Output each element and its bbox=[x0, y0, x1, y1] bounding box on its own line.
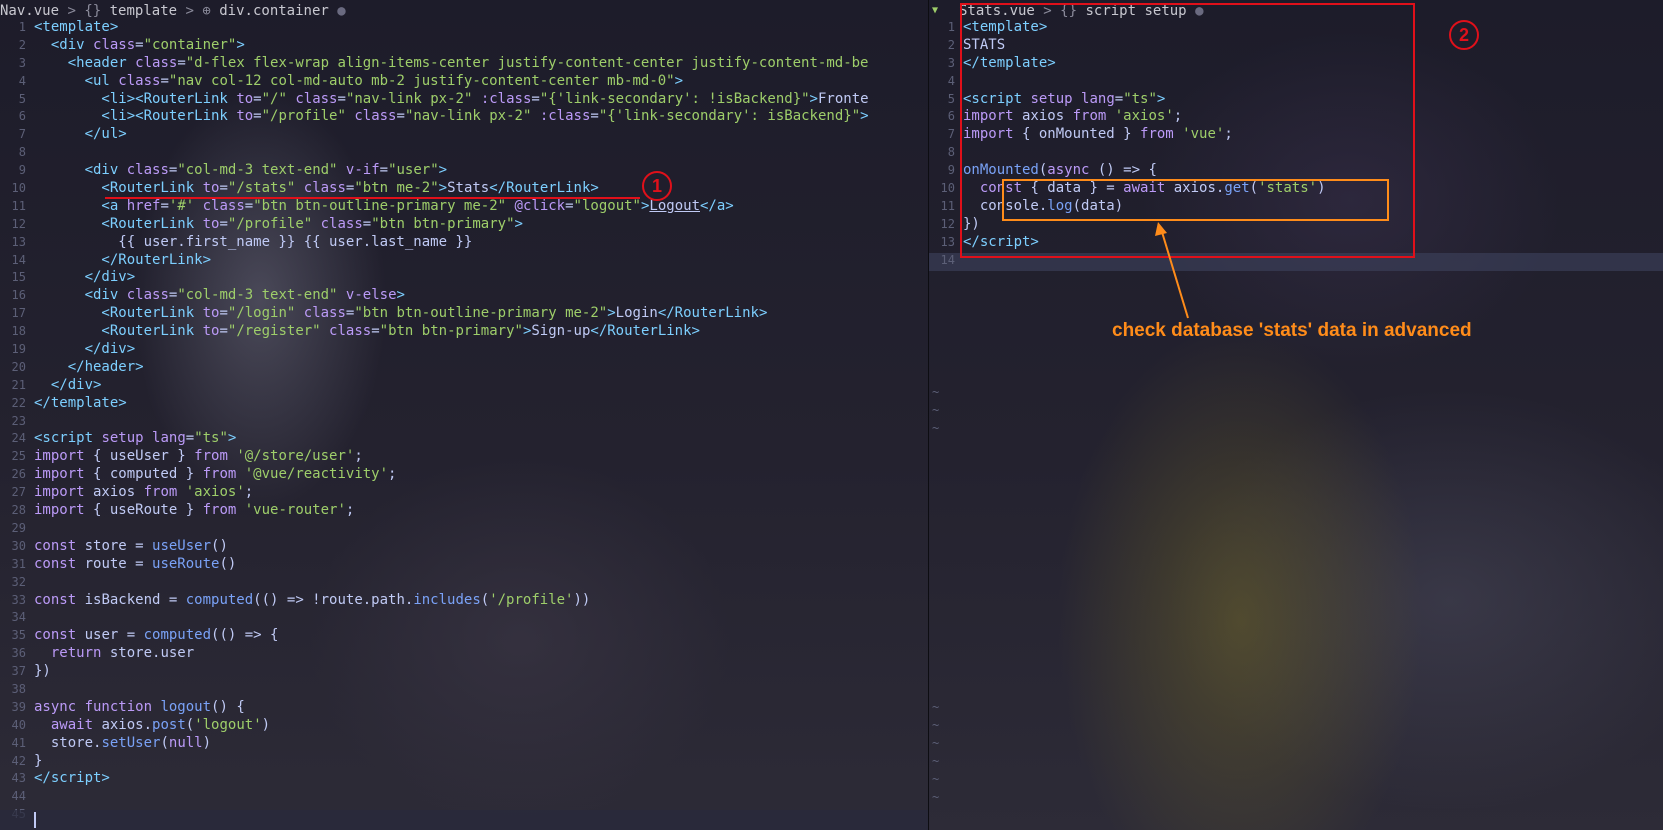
code-line: 35 const user = computed(() => { bbox=[11, 627, 279, 644]
code-line: 38 bbox=[11, 681, 26, 696]
code-line: 1 <template> bbox=[18, 19, 119, 35]
code-line: 7 </ul> bbox=[18, 126, 127, 143]
code-line: 32 bbox=[11, 574, 26, 589]
step-2-badge: 2 bbox=[1449, 20, 1479, 50]
code-line: 4 <ul class="nav col-12 col-md-auto mb-2… bbox=[18, 72, 684, 89]
breadcrumb-template[interactable]: template bbox=[110, 3, 177, 19]
code-line: 39 async function logout() { bbox=[11, 698, 245, 715]
empty-line-marker: ~ bbox=[932, 403, 940, 417]
code-line: 17 <RouterLink to="/login" class="btn bt… bbox=[11, 305, 768, 322]
code-line: 40 await axios.post('logout') bbox=[11, 716, 271, 733]
code-line: 10 <RouterLink to="/stats" class="btn me… bbox=[11, 180, 599, 197]
code-line: 6 <li><RouterLink to="/profile" class="n… bbox=[18, 108, 869, 125]
code-line: 11 <a href='#' class="btn btn-outline-pr… bbox=[11, 197, 734, 214]
empty-line-marker: ~ bbox=[932, 421, 940, 435]
code-line: 36 return store.user bbox=[11, 645, 195, 662]
breadcrumb-div-container[interactable]: div.container bbox=[219, 3, 329, 19]
red-underline-annotation bbox=[105, 197, 640, 199]
code-line: 30 const store = useUser() bbox=[11, 537, 228, 554]
breadcrumb-separator: > bbox=[185, 3, 194, 19]
code-line: 14 </RouterLink> bbox=[11, 251, 212, 268]
code-line: 43 </script> bbox=[11, 770, 110, 787]
text-cursor bbox=[34, 812, 36, 828]
code-line: 21 </div> bbox=[11, 376, 102, 393]
code-line: 31 const route = useRoute() bbox=[11, 555, 237, 572]
code-line: 23 bbox=[11, 413, 26, 428]
empty-line-marker: ~ bbox=[932, 736, 940, 750]
empty-line-marker: ~ bbox=[932, 754, 940, 768]
empty-line-marker: ~ bbox=[932, 718, 940, 732]
annotation-note: check database 'stats' data in advanced bbox=[1112, 320, 1472, 341]
code-line: 25 import { useUser } from '@/store/user'… bbox=[11, 448, 363, 465]
empty-line-marker: ~ bbox=[932, 790, 940, 804]
code-line: 5 <li><RouterLink to="/" class="nav-link… bbox=[18, 90, 869, 107]
code-line: 27 import axios from 'axios'; bbox=[11, 484, 254, 501]
current-line-highlight bbox=[0, 810, 928, 830]
code-line: 29 bbox=[11, 520, 26, 535]
code-line: 20 </header> bbox=[11, 358, 144, 375]
code-line: 2 <div class="container"> bbox=[18, 36, 245, 53]
code-line: 19 </div> bbox=[11, 341, 136, 358]
breadcrumb-file[interactable]: Nav.vue bbox=[0, 3, 59, 19]
step-1-badge: 1 bbox=[642, 171, 672, 201]
code-line: 42} bbox=[11, 752, 43, 769]
code-line: 8 bbox=[18, 145, 26, 160]
code-line: 26 import { computed } from '@vue/reactiv… bbox=[11, 466, 397, 483]
code-line: 41 store.setUser(null) bbox=[11, 734, 212, 751]
code-line: 13 {{ user.first_name }} {{ user.last_na… bbox=[11, 233, 473, 250]
empty-line-marker: ~ bbox=[932, 700, 940, 714]
editor-pane-left[interactable]: Nav.vue > {} template > ⊕ div.container … bbox=[0, 0, 928, 830]
code-line: 37}) bbox=[11, 663, 51, 680]
empty-line-marker: ~ bbox=[932, 772, 940, 786]
breadcrumb-separator: > bbox=[67, 3, 76, 19]
code-line: 16 <div class="col-md-3 text-end" v-else… bbox=[11, 287, 405, 304]
code-line: 9 <div class="col-md-3 text-end" v-if="u… bbox=[18, 162, 448, 179]
code-line: 44 bbox=[11, 789, 26, 804]
code-line: 22 </template> bbox=[11, 394, 127, 411]
code-line: 18 <RouterLink to="/register" class="btn… bbox=[11, 323, 700, 340]
breadcrumb: Nav.vue > {} template > ⊕ div.container … bbox=[0, 2, 346, 20]
element-icon: ⊕ bbox=[202, 3, 211, 19]
braces-icon: {} bbox=[84, 3, 102, 19]
code-line: 24 <script setup lang="ts"> bbox=[11, 430, 237, 447]
code-line: 3 <header class="d-flex flex-wrap align-… bbox=[18, 54, 869, 71]
git-change-icon: ▼ bbox=[932, 5, 939, 16]
orange-highlight-box bbox=[1002, 179, 1389, 221]
code-area[interactable]: 1 <template> 2 <div class="container"> 3 … bbox=[0, 19, 869, 824]
code-line: 33 const isBackend = computed(() => !rout… bbox=[11, 591, 591, 608]
empty-line-marker: ~ bbox=[932, 385, 940, 399]
code-line: 15 </div> bbox=[11, 269, 136, 286]
code-line: 34 bbox=[11, 610, 26, 625]
code-line: 28 import { useRoute } from 'vue-router'; bbox=[11, 502, 355, 519]
code-line: 12 <RouterLink to="/profile" class="btn … bbox=[11, 215, 523, 232]
modified-dot-icon: ● bbox=[337, 3, 346, 19]
